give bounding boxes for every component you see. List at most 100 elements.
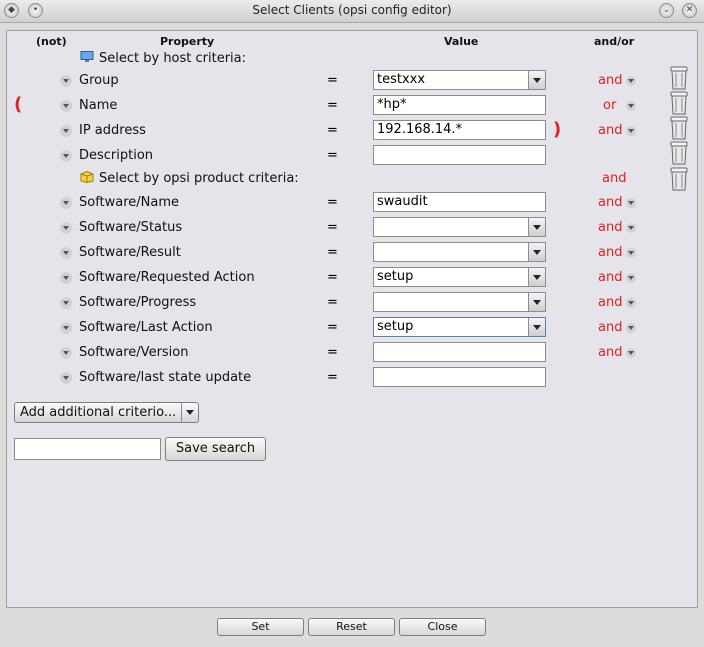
operator[interactable]: = bbox=[327, 220, 338, 235]
save-search-button[interactable]: Save search bbox=[165, 437, 266, 461]
operator[interactable]: = bbox=[327, 73, 338, 88]
close-paren[interactable]: ) bbox=[553, 119, 561, 140]
header-andor: and/or bbox=[594, 35, 635, 48]
andor-label[interactable]: and bbox=[598, 270, 622, 285]
dropdown-arrow-icon[interactable] bbox=[181, 403, 198, 422]
negate-toggle[interactable] bbox=[60, 272, 72, 284]
value-input[interactable] bbox=[373, 367, 546, 387]
dropdown-arrow-icon[interactable] bbox=[528, 318, 545, 336]
criterion-row-software-last-action: Software/Last Action = setup and bbox=[0, 316, 704, 341]
set-button[interactable]: Set bbox=[217, 618, 304, 636]
criterion-row-software-version: Software/Version = and bbox=[0, 341, 704, 366]
property-label: IP address bbox=[79, 123, 146, 138]
andor-label[interactable]: and bbox=[598, 320, 622, 335]
property-label: Software/Result bbox=[79, 245, 181, 260]
andor-label[interactable]: and bbox=[598, 123, 622, 138]
negate-toggle[interactable] bbox=[60, 372, 72, 384]
dropdown-arrow-icon[interactable] bbox=[528, 218, 545, 236]
andor-dropdown-icon[interactable] bbox=[626, 248, 636, 258]
negate-toggle[interactable] bbox=[60, 247, 72, 259]
value-combobox[interactable]: setup bbox=[373, 317, 546, 337]
value-input[interactable] bbox=[373, 342, 546, 362]
trash-icon[interactable] bbox=[670, 116, 688, 140]
operator[interactable]: = bbox=[327, 320, 338, 335]
criterion-row-software-name: Software/Name = swaudit and bbox=[0, 191, 704, 216]
value-combobox[interactable]: testxxx bbox=[373, 70, 546, 90]
andor-label[interactable]: and bbox=[598, 345, 622, 360]
trash-icon[interactable] bbox=[670, 91, 688, 115]
andor-label[interactable]: and bbox=[598, 295, 622, 310]
operator[interactable]: = bbox=[327, 195, 338, 210]
andor-label[interactable]: or bbox=[603, 98, 616, 113]
group-andor-label[interactable]: and bbox=[602, 171, 626, 186]
operator[interactable]: = bbox=[327, 295, 338, 310]
property-label: Software/Last Action bbox=[79, 320, 213, 335]
andor-label[interactable]: and bbox=[598, 195, 622, 210]
value-input[interactable] bbox=[373, 145, 546, 165]
title-bar: ◆ • Select Clients (opsi config editor) … bbox=[0, 0, 704, 23]
dropdown-arrow-icon[interactable] bbox=[528, 71, 545, 89]
andor-dropdown-icon[interactable] bbox=[626, 223, 636, 233]
value-input[interactable]: swaudit bbox=[373, 192, 546, 212]
andor-label[interactable]: and bbox=[598, 73, 622, 88]
operator[interactable]: = bbox=[327, 345, 338, 360]
andor-dropdown-icon[interactable] bbox=[626, 101, 636, 111]
criterion-row-software-result: Software/Result = and bbox=[0, 241, 704, 266]
close-button[interactable]: Close bbox=[399, 618, 486, 636]
criterion-row-software-status: Software/Status = and bbox=[0, 216, 704, 241]
open-paren[interactable]: ( bbox=[14, 94, 22, 115]
value-combobox[interactable]: setup bbox=[373, 267, 546, 287]
close-window-icon[interactable]: ✕ bbox=[682, 3, 697, 18]
operator[interactable]: = bbox=[327, 270, 338, 285]
operator[interactable]: = bbox=[327, 123, 338, 138]
trash-icon[interactable] bbox=[670, 141, 688, 165]
add-criterion-dropdown[interactable]: Add additional criterio... bbox=[14, 402, 199, 423]
property-label: Software/Requested Action bbox=[79, 270, 255, 285]
search-name-input[interactable] bbox=[14, 438, 161, 460]
andor-dropdown-icon[interactable] bbox=[626, 76, 636, 86]
property-label: Name bbox=[79, 98, 118, 113]
operator[interactable]: = bbox=[327, 245, 338, 260]
criterion-row-name: ( Name = *hp* or bbox=[0, 91, 704, 119]
negate-toggle[interactable] bbox=[60, 297, 72, 309]
negate-toggle[interactable] bbox=[60, 100, 72, 112]
value-input[interactable]: 192.168.14.* bbox=[373, 120, 546, 140]
value-input[interactable]: *hp* bbox=[373, 95, 546, 115]
value-combobox[interactable] bbox=[373, 217, 546, 237]
negate-toggle[interactable] bbox=[60, 125, 72, 137]
operator[interactable]: = bbox=[327, 98, 338, 113]
andor-dropdown-icon[interactable] bbox=[626, 298, 636, 308]
header-value: Value bbox=[444, 35, 479, 48]
andor-label[interactable]: and bbox=[598, 220, 622, 235]
negate-toggle[interactable] bbox=[60, 222, 72, 234]
dropdown-arrow-icon[interactable] bbox=[528, 243, 545, 261]
window-title: Select Clients (opsi config editor) bbox=[252, 3, 452, 17]
value-combobox[interactable] bbox=[373, 292, 546, 312]
andor-label[interactable]: and bbox=[598, 245, 622, 260]
andor-dropdown-icon[interactable] bbox=[626, 198, 636, 208]
negate-toggle[interactable] bbox=[60, 150, 72, 162]
negate-toggle[interactable] bbox=[60, 197, 72, 209]
host-criteria-label: Select by host criteria: bbox=[99, 51, 247, 66]
trash-icon[interactable] bbox=[670, 167, 688, 191]
header-property: Property bbox=[160, 35, 215, 48]
andor-dropdown-icon[interactable] bbox=[626, 323, 636, 333]
negate-toggle[interactable] bbox=[60, 75, 72, 87]
andor-dropdown-icon[interactable] bbox=[626, 126, 636, 136]
andor-dropdown-icon[interactable] bbox=[626, 348, 636, 358]
andor-dropdown-icon[interactable] bbox=[626, 273, 636, 283]
property-label: Group bbox=[79, 73, 119, 88]
reset-button[interactable]: Reset bbox=[308, 618, 395, 636]
negate-toggle[interactable] bbox=[60, 347, 72, 359]
operator[interactable]: = bbox=[327, 148, 338, 163]
negate-toggle[interactable] bbox=[60, 322, 72, 334]
property-label: Software/last state update bbox=[79, 370, 252, 385]
property-label: Software/Name bbox=[79, 195, 180, 210]
property-label: Software/Version bbox=[79, 345, 189, 360]
minimize-icon[interactable]: ⌄ bbox=[659, 3, 674, 18]
operator[interactable]: = bbox=[327, 370, 338, 385]
dropdown-arrow-icon[interactable] bbox=[528, 293, 545, 311]
value-combobox[interactable] bbox=[373, 242, 546, 262]
dropdown-arrow-icon[interactable] bbox=[528, 268, 545, 286]
trash-icon[interactable] bbox=[670, 66, 688, 90]
